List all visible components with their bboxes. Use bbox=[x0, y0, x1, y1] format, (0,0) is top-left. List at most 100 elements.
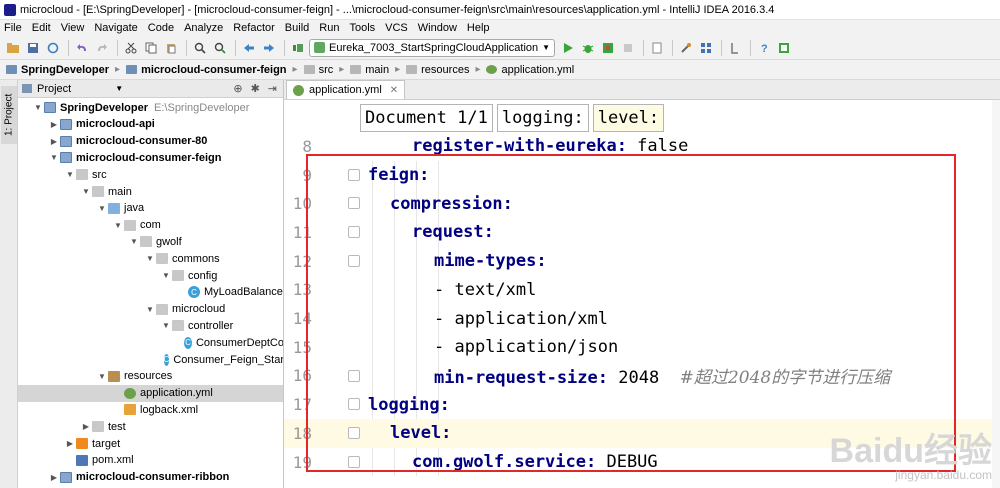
fold-marker-icon[interactable] bbox=[348, 226, 360, 239]
tree-node[interactable]: ▶ microcloud-consumer-80 bbox=[18, 133, 283, 150]
tree-node[interactable]: ▼ gwolf bbox=[18, 233, 283, 250]
menu-analyze[interactable]: Analyze bbox=[184, 22, 223, 34]
tree-node[interactable]: ▼ com bbox=[18, 217, 283, 234]
sync-scroll-icon[interactable]: ⊕ bbox=[233, 82, 242, 95]
run-icon[interactable] bbox=[559, 39, 577, 57]
path-chip-level[interactable]: level: bbox=[592, 104, 665, 132]
redo-icon[interactable] bbox=[93, 39, 111, 57]
save-all-icon[interactable] bbox=[24, 39, 42, 57]
tree-node[interactable]: ▼ microcloud-consumer-feign bbox=[18, 149, 283, 166]
expand-arrow-icon[interactable]: ▼ bbox=[64, 170, 76, 179]
forward-icon[interactable] bbox=[260, 39, 278, 57]
replace-icon[interactable] bbox=[211, 39, 229, 57]
fold-marker-icon[interactable] bbox=[348, 168, 360, 181]
menu-window[interactable]: Window bbox=[418, 22, 457, 34]
fold-marker-icon[interactable] bbox=[348, 254, 360, 267]
tree-node[interactable]: ▼ microcloud bbox=[18, 301, 283, 318]
fold-marker-icon[interactable] bbox=[348, 197, 360, 210]
menu-help[interactable]: Help bbox=[467, 22, 490, 34]
sdk-icon[interactable] bbox=[726, 39, 744, 57]
project-tool-tab[interactable]: 1: Project bbox=[1, 86, 17, 144]
debug-icon[interactable] bbox=[579, 39, 597, 57]
menu-tools[interactable]: Tools bbox=[349, 22, 375, 34]
tree-node[interactable]: ▶ test bbox=[18, 418, 283, 435]
expand-arrow-icon[interactable]: ▼ bbox=[96, 204, 108, 213]
tree-node[interactable]: C MyLoadBalance bbox=[18, 284, 283, 301]
collapse-arrow-icon[interactable]: ▶ bbox=[48, 120, 60, 129]
tree-node[interactable]: ▼ SpringDeveloper E:\SpringDeveloper bbox=[18, 99, 283, 116]
undo-icon[interactable] bbox=[73, 39, 91, 57]
expand-arrow-icon[interactable]: ▼ bbox=[112, 221, 124, 230]
tree-node[interactable]: ▶ microcloud-api bbox=[18, 116, 283, 133]
cut-icon[interactable] bbox=[122, 39, 140, 57]
menu-build[interactable]: Build bbox=[285, 22, 309, 34]
expand-arrow-icon[interactable]: ▼ bbox=[32, 103, 44, 112]
collapse-arrow-icon[interactable]: ▶ bbox=[80, 422, 92, 431]
code-line[interactable]: 9 feign: bbox=[284, 161, 1000, 190]
tree-node[interactable]: pom.xml bbox=[18, 452, 283, 469]
expand-arrow-icon[interactable]: ▼ bbox=[160, 271, 172, 280]
tree-node[interactable]: C Consumer_Feign_Star bbox=[18, 351, 283, 368]
breadcrumb-item[interactable]: application.yml bbox=[486, 64, 574, 76]
breadcrumb-item[interactable]: microcloud-consumer-feign ▸ bbox=[126, 64, 298, 76]
expand-arrow-icon[interactable]: ▼ bbox=[144, 305, 156, 314]
project-structure-icon[interactable] bbox=[697, 39, 715, 57]
expand-arrow-icon[interactable]: ▼ bbox=[128, 237, 140, 246]
tree-node[interactable]: ▼ config bbox=[18, 267, 283, 284]
help-icon[interactable]: ? bbox=[755, 39, 773, 57]
hide-panel-icon[interactable]: ⇥ bbox=[268, 82, 277, 95]
menu-run[interactable]: Run bbox=[319, 22, 339, 34]
code-line[interactable]: 17 logging: bbox=[284, 390, 1000, 419]
copy-icon[interactable] bbox=[142, 39, 160, 57]
stop-icon[interactable] bbox=[619, 39, 637, 57]
menu-file[interactable]: File bbox=[4, 22, 22, 34]
menu-refactor[interactable]: Refactor bbox=[233, 22, 275, 34]
fold-marker-icon[interactable] bbox=[348, 398, 360, 411]
tree-node[interactable]: ▼ src bbox=[18, 166, 283, 183]
paste-icon[interactable] bbox=[162, 39, 180, 57]
menu-code[interactable]: Code bbox=[148, 22, 174, 34]
expand-arrow-icon[interactable]: ▼ bbox=[160, 321, 172, 330]
close-icon[interactable]: ✕ bbox=[390, 85, 398, 96]
fold-marker-icon[interactable] bbox=[348, 369, 360, 382]
coverage-icon[interactable] bbox=[599, 39, 617, 57]
code-line[interactable]: 14 - application/xml bbox=[284, 304, 1000, 333]
tree-node[interactable]: ▶ target bbox=[18, 435, 283, 452]
back-icon[interactable] bbox=[240, 39, 258, 57]
breadcrumb-item[interactable]: resources ▸ bbox=[406, 64, 480, 76]
settings-icon[interactable] bbox=[677, 39, 695, 57]
fold-marker-icon[interactable] bbox=[348, 427, 360, 439]
run-configuration-select[interactable]: Eureka_7003_StartSpringCloudApplication … bbox=[309, 38, 556, 57]
breadcrumb-item[interactable]: src ▸ bbox=[303, 64, 344, 76]
tree-node[interactable]: ▼ commons bbox=[18, 250, 283, 267]
menu-view[interactable]: View bbox=[61, 22, 85, 34]
document-indicator[interactable]: Document 1/1 bbox=[360, 104, 493, 132]
menu-vcs[interactable]: VCS bbox=[385, 22, 408, 34]
tree-node[interactable]: ▼ controller bbox=[18, 317, 283, 334]
fold-marker-icon[interactable] bbox=[348, 455, 360, 468]
chevron-down-icon[interactable]: ▼ bbox=[115, 84, 123, 93]
code-line[interactable]: 16 min-request-size: 2048 #超过2048的字节进行压缩 bbox=[284, 362, 1000, 391]
menu-edit[interactable]: Edit bbox=[32, 22, 51, 34]
sync-icon[interactable] bbox=[44, 39, 62, 57]
vcs-icon[interactable] bbox=[648, 39, 666, 57]
expand-arrow-icon[interactable]: ▼ bbox=[48, 153, 60, 162]
breadcrumb-item[interactable]: SpringDeveloper ▸ bbox=[6, 64, 120, 76]
settings-icon[interactable]: ✱ bbox=[251, 82, 260, 95]
open-folder-icon[interactable] bbox=[4, 39, 22, 57]
editor-tab[interactable]: application.yml ✕ bbox=[286, 80, 406, 99]
code-line[interactable]: 12 mime-types: bbox=[284, 247, 1000, 276]
code-line[interactable]: 11 request: bbox=[284, 218, 1000, 247]
path-chip-logging[interactable]: logging: bbox=[496, 104, 589, 132]
editor-scrollbar[interactable] bbox=[992, 100, 1000, 488]
code-line[interactable]: 13 - text/xml bbox=[284, 276, 1000, 305]
tree-node[interactable]: ▼ main bbox=[18, 183, 283, 200]
tree-node[interactable]: application.yml bbox=[18, 384, 283, 402]
jvm-debugger-icon[interactable] bbox=[775, 39, 793, 57]
code-line[interactable]: 10 compression: bbox=[284, 189, 1000, 218]
collapse-arrow-icon[interactable]: ▶ bbox=[64, 439, 76, 448]
find-icon[interactable] bbox=[191, 39, 209, 57]
breadcrumb-item[interactable]: main ▸ bbox=[350, 64, 400, 76]
menu-navigate[interactable]: Navigate bbox=[94, 22, 137, 34]
tree-node[interactable]: ▶ microcloud-consumer-ribbon bbox=[18, 469, 283, 486]
